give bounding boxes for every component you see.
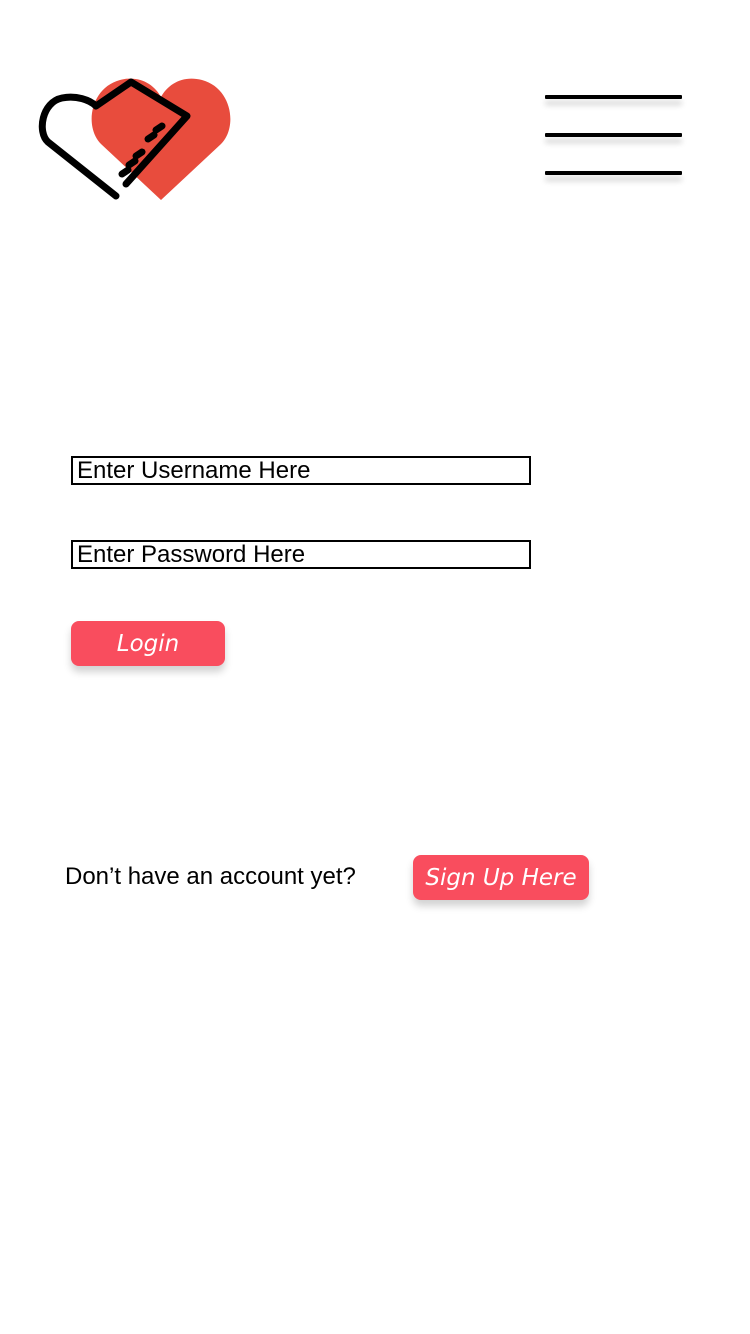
hamburger-menu-icon-line (545, 133, 682, 137)
piano-heart-logo-icon (38, 72, 234, 204)
password-input[interactable] (71, 540, 531, 569)
hamburger-menu-button[interactable] (544, 94, 684, 180)
login-button[interactable]: Login (71, 621, 225, 666)
username-input[interactable] (71, 456, 531, 485)
hamburger-menu-icon-line (545, 171, 682, 175)
hamburger-menu-icon (545, 95, 682, 99)
sign-up-button[interactable]: Sign Up Here (413, 855, 589, 900)
signup-prompt-text: Don’t have an account yet? (65, 863, 356, 890)
